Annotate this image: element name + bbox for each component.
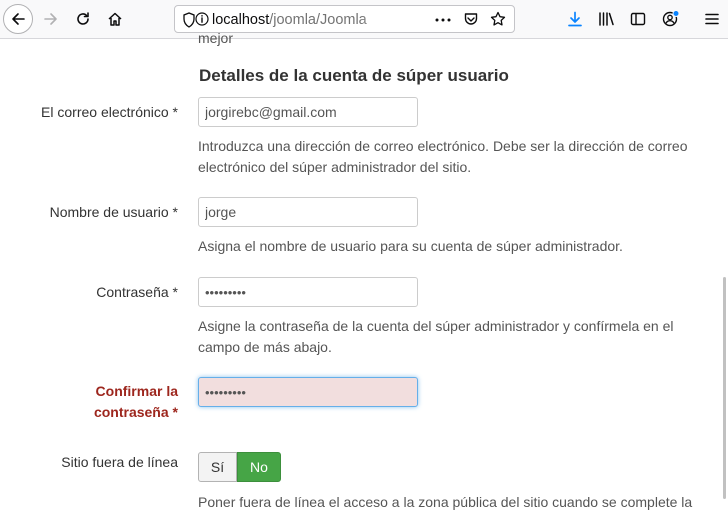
password-field[interactable] (198, 277, 418, 307)
forward-button[interactable] (36, 4, 66, 34)
back-button[interactable] (3, 4, 33, 34)
section-title: Detalles de la cuenta de súper usuario (199, 66, 509, 85)
offline-yes-button[interactable]: Sí (198, 452, 237, 482)
home-button[interactable] (100, 4, 130, 34)
username-help-text: Asigna el nombre de usuario para su cuen… (198, 238, 623, 254)
arrow-right-icon (44, 13, 57, 25)
sidebar-icon (630, 12, 646, 26)
home-icon (108, 12, 122, 26)
reload-button[interactable] (68, 4, 98, 34)
scrollbar-thumb[interactable] (723, 277, 726, 499)
sidebar-button[interactable] (623, 4, 653, 34)
password-help-text: Asigne la contraseña de la cuenta del sú… (198, 318, 674, 355)
arrow-left-icon (12, 13, 25, 25)
library-icon (599, 12, 614, 26)
info-icon[interactable] (195, 12, 209, 26)
bookmark-star-icon[interactable] (490, 11, 506, 27)
username-field[interactable] (198, 197, 418, 227)
confirm-password-field[interactable] (198, 377, 418, 407)
more-actions-icon[interactable] (435, 18, 451, 22)
shield-icon[interactable] (182, 12, 196, 28)
account-button[interactable] (656, 4, 686, 34)
cut-off-text: mejor (198, 30, 234, 46)
confirm-password-label: Confirmar la contraseña * (94, 381, 178, 423)
url-host: localhost (212, 12, 270, 28)
account-icon (662, 10, 680, 27)
download-icon (568, 11, 582, 27)
reload-icon (77, 12, 89, 25)
offline-no-button[interactable]: No (237, 452, 281, 482)
offline-label: Sitio fuera de línea (61, 454, 178, 470)
url-text[interactable]: localhost/joomla/Joomla (212, 12, 402, 30)
browser-toolbar: localhost/joomla/Joomla (0, 0, 728, 39)
email-field[interactable] (198, 97, 418, 127)
scrollbar[interactable] (720, 39, 728, 507)
downloads-button[interactable] (560, 4, 590, 34)
password-label: Contraseña * (96, 284, 178, 300)
email-label: El correo electrónico * (41, 104, 178, 120)
offline-help-text: Poner fuera de línea el acceso a la zona… (198, 494, 693, 510)
offline-toggle: Sí No (198, 452, 281, 482)
username-label: Nombre de usuario * (49, 204, 178, 220)
menu-button[interactable] (697, 4, 727, 34)
library-button[interactable] (592, 4, 622, 34)
email-help-text: Introduzca una dirección de correo elect… (198, 138, 688, 175)
url-bar[interactable]: localhost/joomla/Joomla (174, 5, 515, 33)
url-path: /joomla/Joomla (269, 12, 367, 28)
hamburger-menu-icon (705, 13, 719, 25)
pocket-icon[interactable] (463, 11, 479, 27)
confirm-password-label-line1: Confirmar la (95, 383, 178, 399)
confirm-password-label-line2: contraseña * (93, 404, 178, 420)
